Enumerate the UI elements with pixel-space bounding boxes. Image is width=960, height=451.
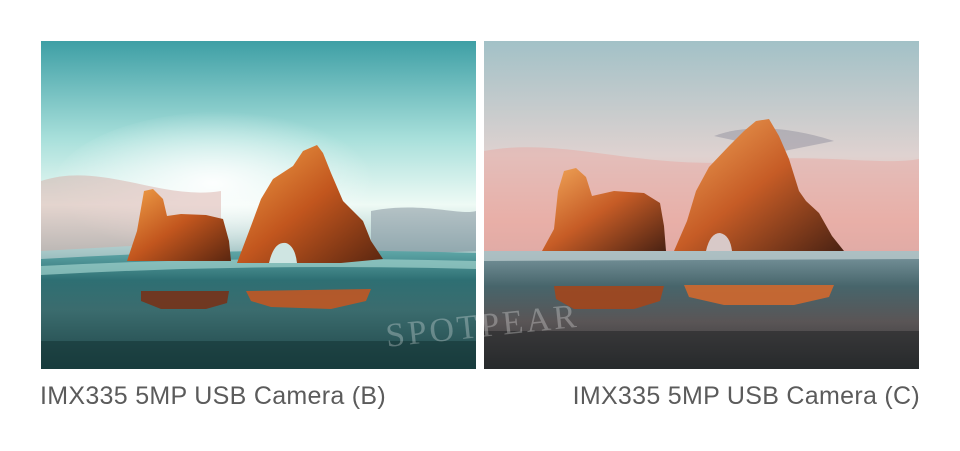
caption-camera-c: IMX335 5MP USB Camera (C) [572,382,920,410]
caption-camera-b: IMX335 5MP USB Camera (B) [40,382,387,410]
